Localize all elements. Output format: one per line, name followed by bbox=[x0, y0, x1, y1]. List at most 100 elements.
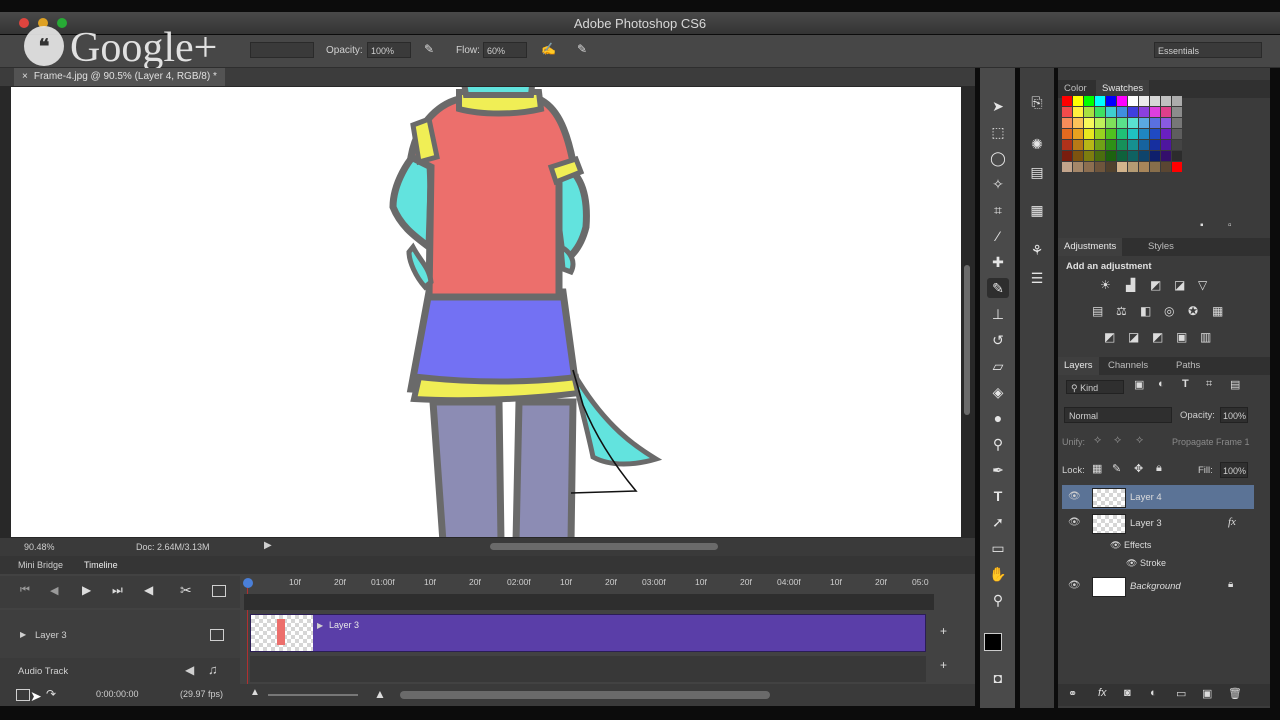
color-swatch[interactable] bbox=[1106, 129, 1116, 139]
next-frame-icon[interactable]: ⏭ bbox=[112, 583, 123, 598]
tab-styles[interactable]: Styles bbox=[1148, 241, 1174, 252]
tab-mini-bridge[interactable]: Mini Bridge bbox=[18, 560, 63, 570]
color-swatch[interactable] bbox=[1062, 118, 1072, 128]
stroke-eye-icon[interactable]: 👁︎ bbox=[1126, 558, 1137, 569]
fill-field[interactable]: 100% bbox=[1220, 462, 1248, 478]
adjustment-filter-icon[interactable]: ◐ bbox=[1158, 378, 1165, 390]
timeline-zoom-slider[interactable] bbox=[268, 694, 358, 696]
image-canvas[interactable] bbox=[11, 87, 961, 537]
pressure-opacity-icon[interactable]: ✎ bbox=[424, 42, 434, 56]
lasso-tool-icon[interactable]: ◯ bbox=[987, 148, 1009, 168]
color-swatch[interactable] bbox=[1172, 96, 1182, 106]
zoom-readout[interactable]: 90.48% bbox=[24, 542, 55, 552]
new-swatch-icon[interactable]: ▪ bbox=[1200, 220, 1204, 231]
color-swatch[interactable] bbox=[1106, 162, 1116, 172]
color-swatch[interactable] bbox=[1161, 118, 1171, 128]
type-filter-icon[interactable]: T bbox=[1182, 378, 1189, 390]
add-audio-icon[interactable]: + bbox=[940, 658, 947, 672]
tab-timeline[interactable]: Timeline bbox=[84, 560, 118, 570]
document-tab[interactable]: × Frame-4.jpg @ 90.5% (Layer 4, RGB/8) * bbox=[14, 68, 225, 86]
close-document-icon[interactable]: × bbox=[22, 71, 28, 82]
pen-tool-icon[interactable]: ✒ bbox=[987, 460, 1009, 480]
pixel-filter-icon[interactable]: ▣ bbox=[1134, 378, 1144, 391]
color-swatch[interactable] bbox=[1095, 118, 1105, 128]
color-swatch[interactable] bbox=[1084, 96, 1094, 106]
transition-icon[interactable] bbox=[212, 585, 226, 597]
color-swatch[interactable] bbox=[1084, 118, 1094, 128]
color-swatch[interactable] bbox=[1106, 118, 1116, 128]
color-swatch[interactable] bbox=[1084, 162, 1094, 172]
audio-lane[interactable] bbox=[250, 656, 926, 682]
color-swatch[interactable] bbox=[1095, 107, 1105, 117]
color-swatch[interactable] bbox=[1128, 118, 1138, 128]
add-layer-style-icon[interactable]: fx bbox=[1098, 687, 1107, 699]
spot-healing-tool-icon[interactable]: ✚ bbox=[987, 252, 1009, 272]
lock-position-icon[interactable]: ✥ bbox=[1134, 462, 1143, 475]
color-swatch[interactable] bbox=[1062, 151, 1072, 161]
timeline-scrollbar[interactable] bbox=[400, 691, 770, 699]
eraser-tool-icon[interactable]: ▱ bbox=[987, 356, 1009, 376]
photo-filter-icon[interactable]: ◎ bbox=[1164, 304, 1174, 318]
color-swatch[interactable] bbox=[1117, 107, 1127, 117]
brush-presets-icon[interactable]: ⚘ bbox=[1026, 240, 1048, 260]
quick-selection-tool-icon[interactable]: ✧ bbox=[987, 174, 1009, 194]
airbrush-icon[interactable]: ✍ bbox=[541, 42, 556, 56]
color-swatch[interactable] bbox=[1128, 162, 1138, 172]
color-swatch[interactable] bbox=[1117, 162, 1127, 172]
layer-row-layer-3[interactable]: 👁︎ Layer 3 fx bbox=[1062, 511, 1254, 535]
curves-icon[interactable]: ◩ bbox=[1150, 278, 1161, 292]
zoom-in-icon[interactable]: ▲ bbox=[374, 687, 386, 701]
color-swatch[interactable] bbox=[1073, 129, 1083, 139]
eyedropper-tool-icon[interactable]: ⁄ bbox=[987, 226, 1009, 246]
visibility-eye-icon[interactable]: 👁︎ bbox=[1068, 580, 1081, 591]
color-swatch[interactable] bbox=[1161, 96, 1171, 106]
tab-paths[interactable]: Paths bbox=[1176, 360, 1200, 371]
rectangle-tool-icon[interactable]: ▭ bbox=[987, 538, 1009, 558]
play-icon[interactable]: ▶ bbox=[82, 583, 91, 597]
unify-visibility-icon[interactable]: ⟡ bbox=[1114, 434, 1121, 447]
color-lookup-icon[interactable]: ▦ bbox=[1212, 304, 1223, 318]
tab-channels[interactable]: Channels bbox=[1108, 360, 1148, 371]
new-layer-icon[interactable]: ▣ bbox=[1202, 687, 1212, 700]
color-swatch[interactable] bbox=[1128, 140, 1138, 150]
history-panel-icon[interactable]: ⎘ bbox=[1026, 92, 1048, 112]
tab-color[interactable]: Color bbox=[1064, 83, 1087, 94]
color-swatch[interactable] bbox=[1150, 140, 1160, 150]
delete-layer-icon[interactable]: 🗑︎ bbox=[1228, 687, 1242, 700]
color-swatch[interactable] bbox=[1062, 140, 1072, 150]
color-swatch[interactable] bbox=[1117, 96, 1127, 106]
color-swatch[interactable] bbox=[1128, 129, 1138, 139]
color-swatch[interactable] bbox=[1150, 162, 1160, 172]
color-swatch[interactable] bbox=[1161, 162, 1171, 172]
color-swatch[interactable] bbox=[1117, 118, 1127, 128]
color-swatch[interactable] bbox=[1172, 140, 1182, 150]
render-video-icon[interactable]: ↷ bbox=[46, 687, 56, 701]
new-adjustment-layer-icon[interactable]: ◐ bbox=[1150, 687, 1157, 699]
canvas-vertical-scrollbar[interactable] bbox=[964, 265, 970, 415]
audio-toggle-icon[interactable]: ◀ bbox=[144, 583, 153, 597]
color-swatch[interactable] bbox=[1084, 107, 1094, 117]
color-swatch[interactable] bbox=[1139, 162, 1149, 172]
color-swatch[interactable] bbox=[1161, 107, 1171, 117]
paint-bucket-tool-icon[interactable]: ◈ bbox=[987, 382, 1009, 402]
color-swatch[interactable] bbox=[1106, 140, 1116, 150]
color-swatch[interactable] bbox=[1062, 96, 1072, 106]
channel-mixer-icon[interactable]: ✪ bbox=[1188, 304, 1198, 318]
move-tool-icon[interactable]: ➤ bbox=[987, 96, 1009, 116]
color-balance-icon[interactable]: ⚖ bbox=[1116, 304, 1127, 318]
color-swatch[interactable] bbox=[1128, 151, 1138, 161]
color-swatch[interactable] bbox=[1073, 107, 1083, 117]
status-menu-arrow-icon[interactable]: ▶ bbox=[264, 540, 272, 551]
color-swatch[interactable] bbox=[1084, 140, 1094, 150]
go-to-first-frame-icon[interactable]: ⏮ bbox=[20, 584, 30, 597]
selective-color-icon[interactable]: ▥ bbox=[1200, 330, 1211, 344]
layer-effects-fx-icon[interactable]: fx bbox=[1228, 516, 1236, 528]
color-swatch[interactable] bbox=[1150, 96, 1160, 106]
layer-row-layer-4[interactable]: 👁︎ Layer 4 bbox=[1062, 485, 1254, 509]
dodge-tool-icon[interactable]: ⚲ bbox=[987, 434, 1009, 454]
color-swatch[interactable] bbox=[1062, 162, 1072, 172]
color-swatch[interactable] bbox=[1084, 151, 1094, 161]
unify-position-icon[interactable]: ⟡ bbox=[1094, 434, 1101, 447]
effects-eye-icon[interactable]: 👁︎ bbox=[1110, 540, 1121, 551]
delete-swatch-icon[interactable]: ▫ bbox=[1228, 220, 1232, 231]
